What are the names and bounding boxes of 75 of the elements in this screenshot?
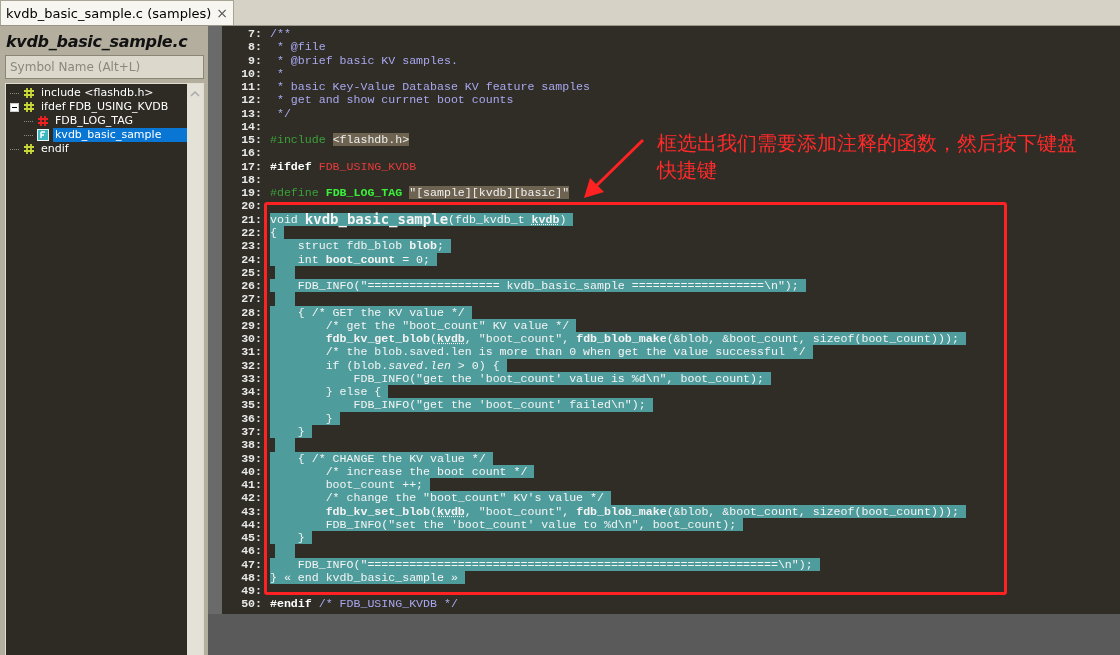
line-number: 50: [240,597,262,611]
line-number: 13: [240,106,262,120]
line-number: 22: [240,226,262,240]
line-number: 33: [240,371,262,386]
line-number: 29: [240,318,262,333]
line-number: 31: [240,345,262,359]
file-tab[interactable]: kvdb_basic_sample.c (samples) × [0,0,235,25]
code-line: * get and show currnet boot counts [275,93,515,107]
line-number: 39: [240,451,262,465]
line-number: 46: [240,544,262,558]
line-number: 49: [240,584,262,598]
line-number: 8: [247,40,262,54]
line-number: 20: [240,199,262,213]
line-number: 21: [240,212,262,226]
code-line: * [275,66,285,81]
line-number: 12: [240,93,262,107]
symbol-tree-item[interactable]: FDB_LOG_TAG [53,114,135,128]
line-number: 38: [240,438,262,452]
code-line: /** [270,27,292,41]
line-number: 17: [240,159,262,173]
callout-text: 框选出我们需要添加注释的函数，然后按下键盘快捷键 [657,130,1078,184]
line-number: 34: [240,385,262,399]
line-number: 41: [240,478,262,492]
line-number: 10: [240,66,262,81]
hash-icon [23,87,35,99]
line-number: 47: [240,557,262,571]
code-line: #define FDB_LOG_TAG "[sample][kvdb][basic]" [270,186,571,200]
line-number: 25: [240,265,262,280]
symbol-tree-item[interactable]: include <flashdb.h> [39,86,156,100]
hash-icon [23,143,35,155]
symbol-tree-item[interactable]: endif [39,142,71,156]
code-line: #endif /* FDB_USING_KVDB */ [270,597,459,611]
line-number: 24: [240,252,262,266]
line-number: 26: [240,279,262,293]
line-number: 19: [240,186,262,200]
hash-icon [23,101,35,113]
tab-title: kvdb_basic_sample.c (samples) [6,5,212,21]
code-line: #include <flashdb.h> [270,133,411,147]
line-number: 42: [240,491,262,505]
close-icon[interactable]: × [216,5,229,21]
line-number: 35: [240,398,262,412]
line-number: 18: [240,172,262,187]
line-number: 16: [240,146,262,160]
code-line: * basic Key-Value Database KV feature samples [275,80,592,94]
line-number: 48: [240,570,262,585]
line-number: 40: [240,464,262,479]
hash-icon [37,115,49,127]
code-line: */ [275,106,292,120]
code-line: * @brief basic KV samples. [275,53,459,67]
function-icon [37,129,49,141]
symbol-tree-item[interactable]: ifdef FDB_USING_KVDB [39,100,171,114]
line-number: 11: [240,80,262,94]
line-number: 7: [247,27,262,41]
line-number: 36: [240,411,262,425]
code-line: * @file [275,40,327,54]
callout-arrow [584,138,645,198]
line-number: 30: [240,332,262,346]
collapse-toggle-icon[interactable] [10,102,19,112]
line-number: 32: [240,358,262,372]
line-number: 45: [240,531,262,545]
symbol-tree-item[interactable]: kvdb_basic_sample [53,128,187,142]
code-line: #ifdef FDB_USING_KVDB [270,159,418,173]
line-number: 14: [240,119,262,134]
symbol-search-field[interactable]: Symbol Name (Alt+L) [5,55,204,79]
panel-title: kvdb_basic_sample.c [5,31,189,51]
line-number: 9: [247,53,262,67]
line-number: 37: [240,424,262,439]
line-number: 28: [240,305,262,319]
scrollbar[interactable] [187,84,203,655]
line-number: 15: [240,133,262,147]
scroll-up-icon[interactable] [190,90,200,98]
line-number: 44: [240,517,262,532]
line-number: 27: [240,292,262,306]
line-number: 23: [240,239,262,253]
line-number: 43: [240,504,262,518]
